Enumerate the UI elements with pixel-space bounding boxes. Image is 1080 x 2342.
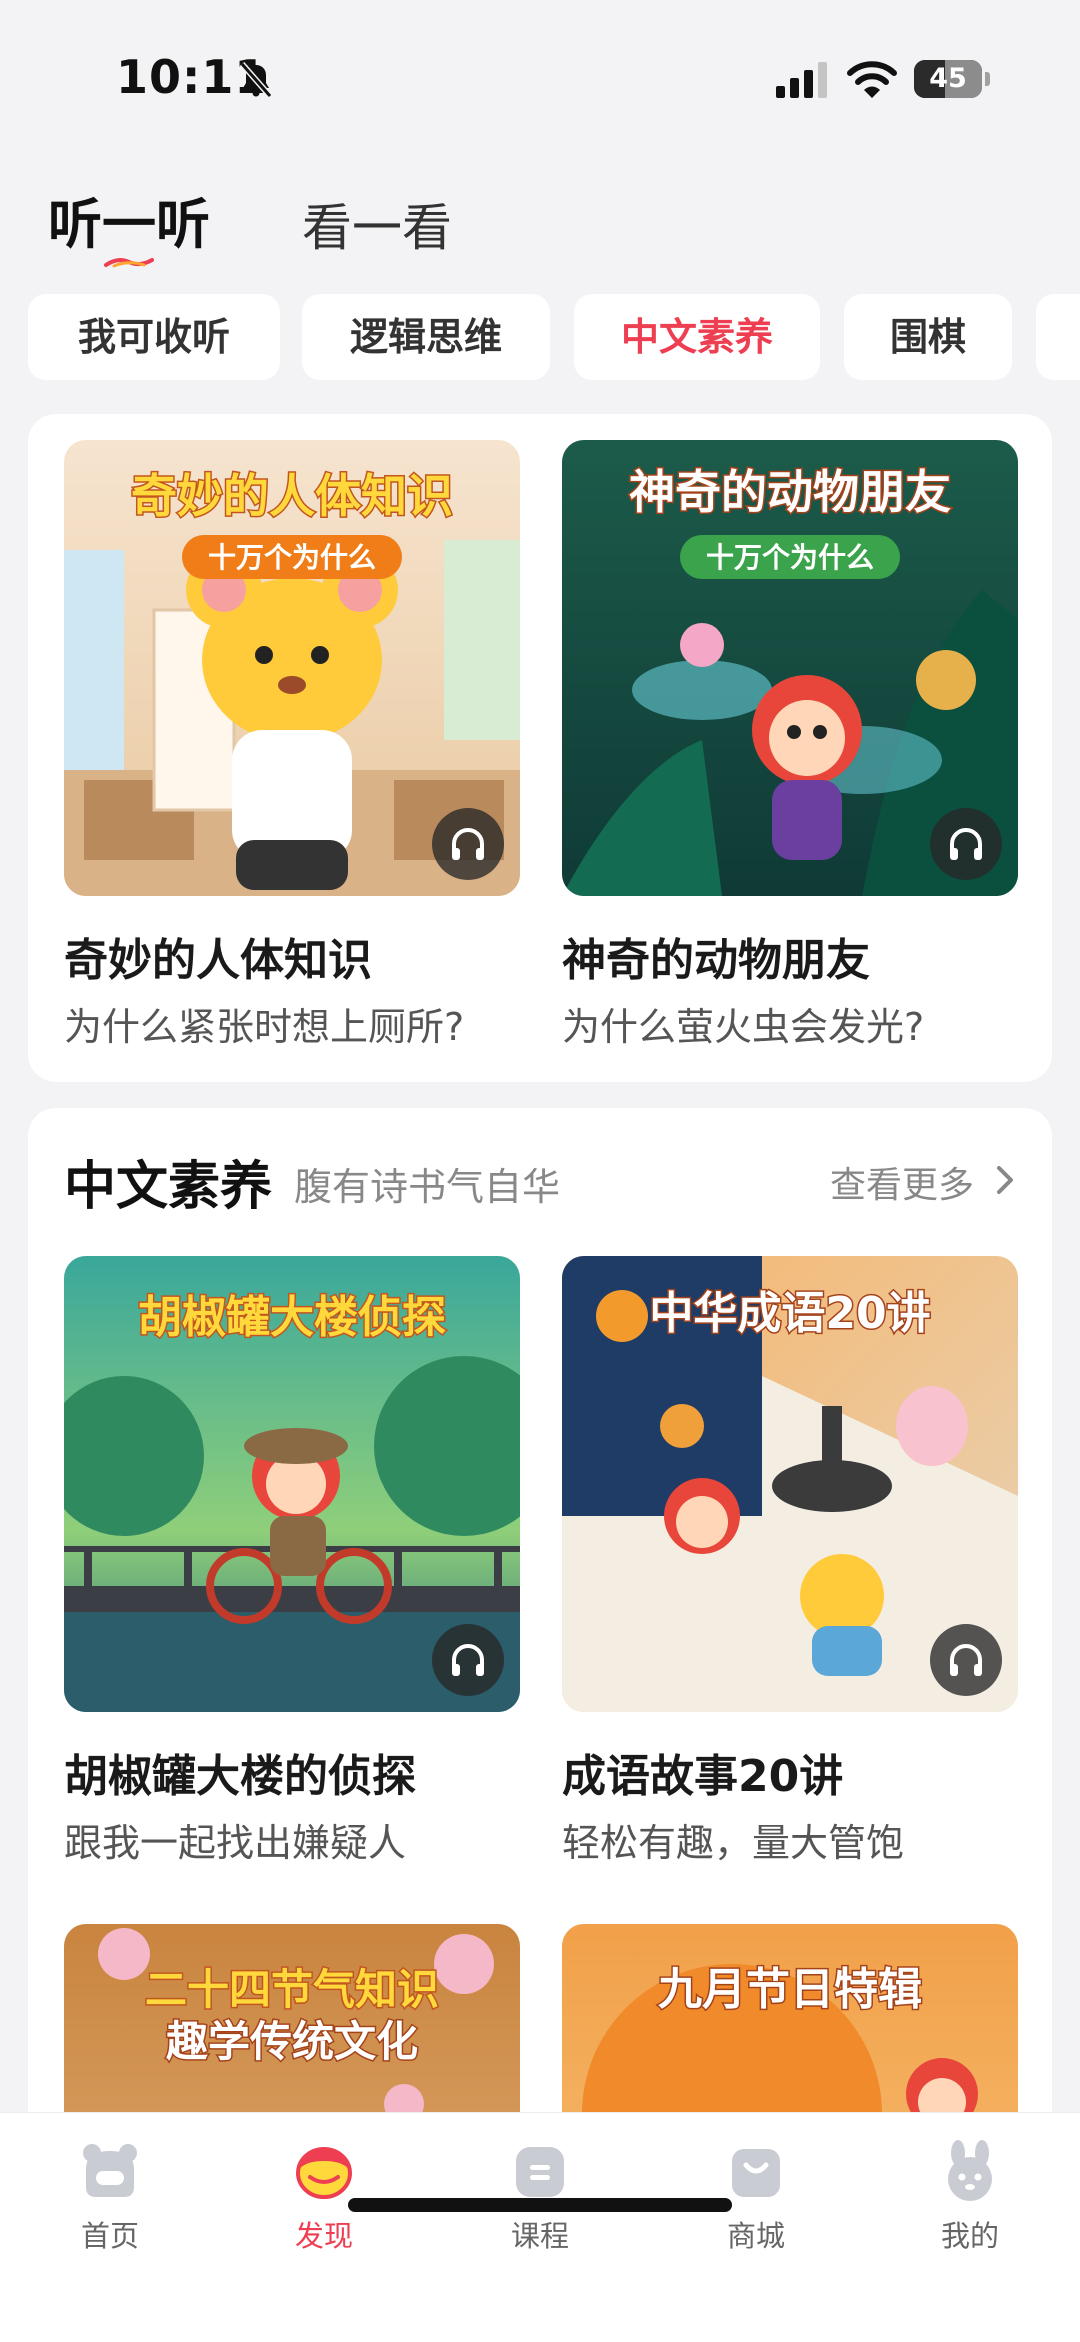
cover-title: 奇妙的人体知识 — [131, 469, 453, 523]
chevron-right-icon[interactable] — [990, 1162, 1020, 1198]
cover-image: 中华成语20讲 — [562, 1256, 1018, 1712]
nav-label: 我的 — [940, 2219, 999, 2253]
active-tab-indicator — [104, 258, 154, 268]
cover-tag: 十万个为什么 — [208, 541, 376, 574]
item-title: 神奇的动物朋友 — [562, 935, 870, 986]
section-item-solar-terms[interactable]: 二十四节气知识 趣学传统文化 — [64, 1924, 520, 2112]
top-tabs: 听一听 看一看 — [0, 180, 1080, 270]
item-subtitle: 跟我一起找出嫌疑人 — [64, 1821, 407, 1865]
chip-chinese-literacy[interactable]: 中文素养 — [574, 294, 820, 380]
tab-listen[interactable]: 听一听 — [48, 180, 210, 259]
status-bar: 10:11 45 — [0, 0, 1080, 150]
bear-head-icon — [83, 2144, 137, 2197]
section-subtitle: 腹有诗书气自华 — [294, 1165, 561, 1209]
chip-can-listen[interactable]: 我可收听 — [28, 294, 280, 380]
cover-image: 二十四节气知识 趣学传统文化 — [64, 1924, 520, 2112]
chip-go[interactable]: 围棋 — [844, 294, 1012, 380]
bell-muted-icon — [239, 62, 273, 98]
nav-profile[interactable]: 我的 — [900, 2139, 1040, 2279]
nav-label: 商城 — [726, 2219, 785, 2253]
bottom-nav: 首页 发现 课程 商城 我的 — [0, 2112, 1080, 2342]
cover-title: 神奇的动物朋友 — [629, 465, 951, 519]
tab-watch[interactable]: 看一看 — [302, 188, 452, 260]
cover-title: 胡椒罐大楼侦探 — [138, 1292, 446, 1343]
nav-home[interactable]: 首页 — [40, 2139, 180, 2279]
course-icon — [516, 2147, 564, 2197]
battery-indicator: 45 — [914, 60, 990, 98]
cover-image: 胡椒罐大楼侦探 — [64, 1256, 520, 1712]
nav-label: 首页 — [80, 2219, 139, 2253]
cover-image: 奇妙的人体知识 十万个为什么 — [64, 440, 520, 896]
home-indicator[interactable] — [348, 2198, 732, 2212]
cover-title: 中华成语20讲 — [649, 1288, 930, 1339]
headphones-icon — [432, 808, 504, 880]
cover-subtitle: 趣学传统文化 — [166, 2017, 418, 2066]
section-header: 中文素养 腹有诗书气自华 查看更多 — [64, 1140, 1024, 1220]
headphones-icon — [930, 808, 1002, 880]
category-chips: 我可收听 逻辑思维 中文素养 围棋 — [0, 294, 1080, 384]
item-title: 奇妙的人体知识 — [64, 935, 372, 986]
cellular-signal-icon — [776, 62, 827, 98]
item-title: 成语故事20讲 — [562, 1751, 844, 1802]
battery-percentage: 45 — [929, 63, 967, 94]
nav-label: 课程 — [510, 2219, 569, 2253]
cover-image: 神奇的动物朋友 十万个为什么 — [562, 440, 1018, 896]
chip-logic-thinking[interactable]: 逻辑思维 — [302, 294, 550, 380]
see-more-link[interactable]: 查看更多 — [830, 1156, 974, 1208]
headphones-icon — [930, 1624, 1002, 1696]
cover-title: 九月节日特辑 — [658, 1964, 922, 2015]
featured-card: 奇妙的人体知识 十万个为什么 奇妙的人体知识 为什么紧张时想上厕所? 神奇的动物… — [28, 414, 1052, 1082]
section-title: 中文素养 — [64, 1157, 273, 1217]
item-subtitle: 为什么萤火虫会发光? — [562, 1005, 925, 1049]
cover-tag: 十万个为什么 — [706, 541, 874, 574]
item-subtitle: 轻松有趣，量大管饱 — [562, 1821, 905, 1865]
cover-title: 二十四节气知识 — [145, 1965, 439, 2014]
nav-label: 发现 — [294, 2219, 353, 2253]
discover-icon — [296, 2147, 352, 2199]
item-subtitle: 为什么紧张时想上厕所? — [64, 1005, 465, 1049]
shop-bag-icon — [732, 2149, 780, 2197]
rabbit-head-icon — [948, 2140, 992, 2201]
section-item-september-festivals[interactable]: 九月节日特辑 — [562, 1924, 1018, 2112]
wifi-icon — [847, 61, 897, 98]
item-title: 胡椒罐大楼的侦探 — [64, 1751, 416, 1802]
headphones-icon — [432, 1624, 504, 1696]
chip-more[interactable] — [1036, 294, 1080, 380]
cover-image: 九月节日特辑 — [562, 1924, 1018, 2112]
